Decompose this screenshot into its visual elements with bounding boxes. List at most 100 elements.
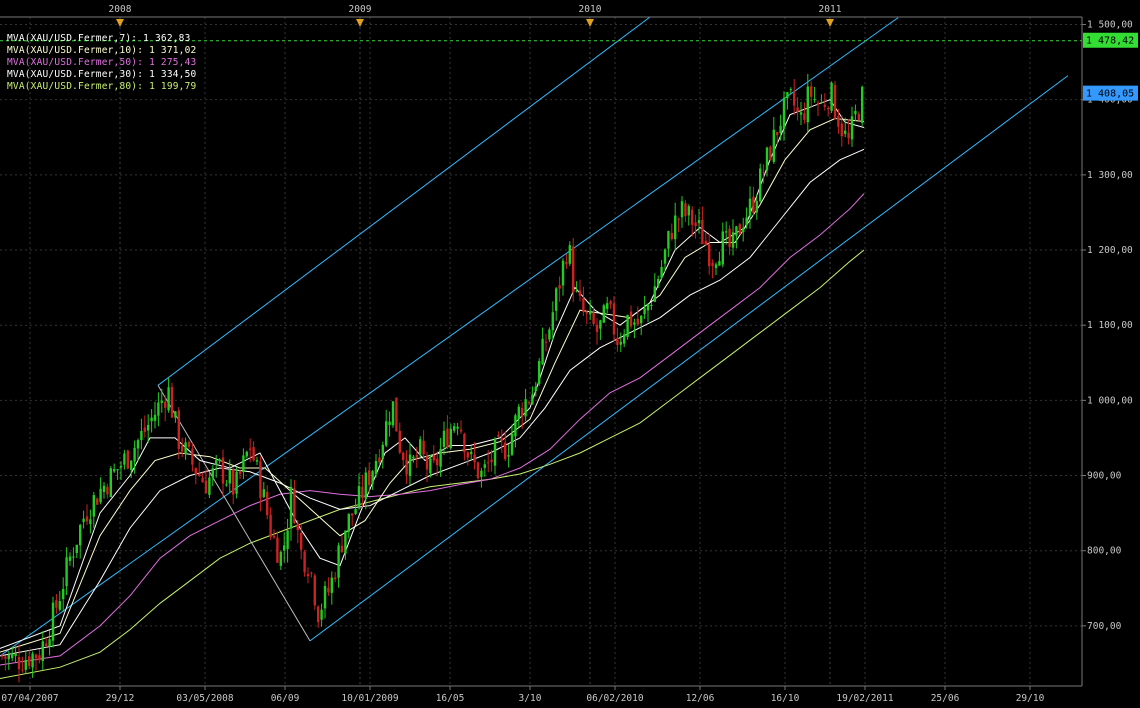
candle-body (378, 457, 381, 463)
candle-body (623, 334, 626, 344)
candle-body (572, 246, 575, 293)
candle-body (395, 397, 398, 432)
candle-body (847, 132, 850, 139)
candle-body (708, 244, 711, 267)
candle-body (187, 441, 191, 447)
candle-body (500, 438, 503, 441)
candle-body (718, 261, 721, 266)
candle-body (517, 406, 520, 420)
candle-body (816, 102, 820, 105)
candle-body (41, 641, 44, 661)
candle-body (510, 433, 514, 455)
candle-body (130, 460, 133, 470)
candle-body (218, 459, 221, 461)
candle-body (310, 572, 313, 574)
candle-body (150, 417, 153, 422)
candle-body (823, 104, 826, 107)
candle-body (4, 656, 7, 659)
candle-body (742, 228, 745, 233)
price-chart[interactable]: 1 500,001 400,001 300,001 200,001 100,00… (0, 0, 1140, 708)
x-tick-label: 10/01/2009 (341, 693, 398, 704)
candle-body (609, 301, 612, 305)
candle-body (514, 415, 517, 437)
candle-body (599, 320, 602, 329)
candle-body (534, 386, 537, 392)
candle-body (776, 131, 779, 136)
candle-body (507, 455, 510, 457)
candle-body (215, 460, 218, 465)
candle-body (82, 518, 85, 523)
candle-body (725, 231, 728, 233)
candle-body (354, 509, 357, 514)
candle-body (38, 655, 41, 661)
candle-body (602, 305, 605, 323)
candle-body (296, 524, 299, 531)
candle-body (160, 400, 163, 403)
y-tick-label: 1 000,00 (1087, 395, 1133, 406)
candle-body (245, 451, 248, 457)
candle-body (660, 266, 663, 278)
candle-body (646, 304, 650, 311)
x-tick-label: 29/10 (1016, 693, 1045, 704)
candle-body (697, 219, 701, 224)
y-tick-label: 1 500,00 (1087, 20, 1133, 31)
candle-body (398, 430, 401, 453)
candle-body (337, 545, 340, 578)
candle-body (116, 469, 119, 471)
candle-body (194, 468, 197, 475)
candle-body (497, 434, 500, 437)
candle-body (119, 465, 123, 468)
candle-body (361, 486, 364, 499)
candle-body (85, 516, 89, 522)
candle-body (827, 108, 830, 110)
candle-body (735, 226, 738, 236)
candle-body (72, 556, 75, 558)
candle-body (167, 387, 170, 411)
candle-body (279, 551, 282, 566)
candle-body (810, 86, 813, 97)
candle-body (208, 477, 211, 495)
candle-body (102, 485, 106, 493)
candle-body (830, 82, 833, 111)
candle-body (759, 168, 762, 202)
legend-item-ma7: MVA(XAU/USD.Fermer,7): 1 362,83 (7, 33, 191, 44)
candle-body (153, 414, 157, 421)
candle-body (249, 448, 252, 450)
candle-body (201, 477, 204, 483)
x-tick-label: 25/06 (931, 693, 960, 704)
candle-body (480, 470, 483, 477)
candle-body (143, 427, 146, 432)
candle-body (225, 484, 228, 486)
y-tick-label: 900,00 (1087, 471, 1122, 482)
candle-body (833, 85, 837, 119)
candle-body (262, 489, 265, 498)
candle-body (106, 486, 109, 495)
year-label: 2010 (579, 4, 602, 15)
candle-body (782, 97, 786, 129)
candle-body (616, 337, 619, 346)
year-label: 2008 (109, 4, 132, 15)
candle-body (691, 209, 694, 225)
x-tick-label: 06/02/2010 (586, 693, 643, 704)
x-tick-label: 12/06 (686, 693, 715, 704)
candle-body (374, 461, 378, 475)
candle-body (582, 298, 585, 313)
candle-body (286, 530, 289, 550)
candle-body (633, 322, 636, 325)
y-tick-label: 700,00 (1087, 621, 1122, 632)
candle-body (191, 448, 194, 465)
candle-body (45, 643, 48, 647)
candle-body (490, 459, 493, 462)
candle-body (585, 311, 588, 314)
candle-body (330, 577, 333, 593)
candle-body (371, 471, 374, 484)
candle-body (592, 312, 595, 324)
candle-body (96, 498, 99, 505)
candle-body (283, 545, 286, 551)
y-tick-label: 1 100,00 (1087, 320, 1133, 331)
candle-body (456, 426, 459, 429)
candle-body (473, 454, 476, 463)
candle-body (293, 488, 296, 524)
candle-body (272, 535, 276, 538)
candle-body (198, 473, 201, 476)
